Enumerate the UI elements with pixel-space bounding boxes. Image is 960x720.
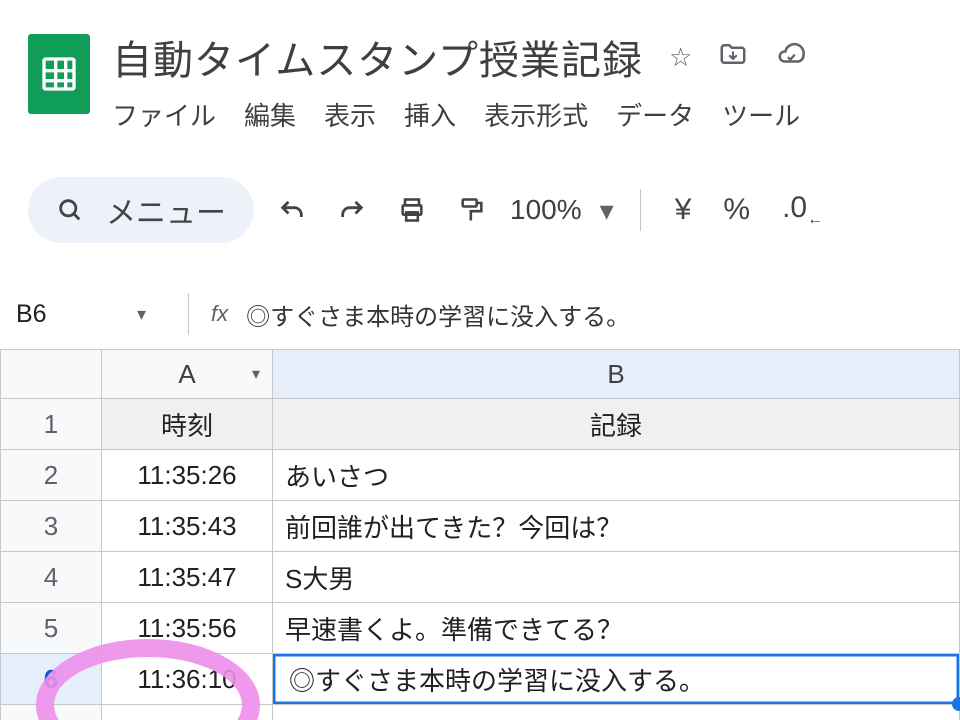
spreadsheet-grid[interactable]: A▾ B 1 時刻 記録 2 11:35:26 あいさつ 3 11:35:43 … <box>0 349 960 720</box>
select-all-corner[interactable] <box>1 350 102 399</box>
zoom-value: 100% <box>510 194 582 226</box>
selection-handle[interactable] <box>952 697 960 711</box>
menu-search[interactable]: メニュー <box>28 177 254 243</box>
cell-b3[interactable]: 前回誰が出てきた？今回は？ <box>273 501 960 552</box>
sheets-logo <box>28 34 90 114</box>
document-title[interactable]: 自動タイムスタンプ授業記録 <box>112 28 643 86</box>
menu-file[interactable]: ファイル <box>112 96 216 133</box>
row-header[interactable]: 3 <box>1 501 102 552</box>
cell-b5[interactable]: 早速書くよ。準備できてる？ <box>273 603 960 654</box>
cell-a5[interactable]: 11:35:56 <box>102 603 273 654</box>
move-to-folder-icon[interactable] <box>718 39 748 76</box>
search-icon <box>56 196 84 224</box>
menu-search-label: メニュー <box>106 188 226 232</box>
currency-button[interactable]: ¥ <box>659 193 708 227</box>
cell-a4[interactable]: 11:35:47 <box>102 552 273 603</box>
row-header[interactable]: 7 <box>1 705 102 720</box>
cell-a6[interactable]: 11:36:10 <box>102 654 273 705</box>
cell-a7[interactable] <box>102 705 273 720</box>
cell-b1[interactable]: 記録 <box>273 399 960 450</box>
menu-view[interactable]: 表示 <box>324 96 376 133</box>
namebox-divider <box>188 293 189 335</box>
undo-button[interactable] <box>262 177 322 243</box>
print-button[interactable] <box>382 177 442 243</box>
row-header[interactable]: 6 <box>1 654 102 705</box>
redo-button[interactable] <box>322 177 382 243</box>
paint-format-button[interactable] <box>442 177 502 243</box>
decrease-decimal-button[interactable]: .0← <box>766 191 839 229</box>
percent-button[interactable]: % <box>707 193 766 227</box>
name-box-value: B6 <box>16 300 47 329</box>
cell-b7[interactable] <box>273 705 960 720</box>
row-header[interactable]: 4 <box>1 552 102 603</box>
zoom-select[interactable]: 100% ▾ <box>502 194 622 227</box>
menu-format[interactable]: 表示形式 <box>484 96 588 133</box>
row-header[interactable]: 5 <box>1 603 102 654</box>
menu-tools[interactable]: ツール <box>722 96 800 133</box>
column-header-a[interactable]: A▾ <box>102 350 273 399</box>
chevron-down-icon[interactable]: ▾ <box>252 364 260 384</box>
star-icon[interactable]: ☆ <box>669 42 692 73</box>
cloud-status-icon[interactable] <box>774 39 808 76</box>
toolbar-divider <box>640 189 641 231</box>
menu-insert[interactable]: 挿入 <box>404 96 456 133</box>
cell-a1[interactable]: 時刻 <box>102 399 273 450</box>
column-header-b[interactable]: B <box>273 350 960 399</box>
row-header[interactable]: 2 <box>1 450 102 501</box>
fx-icon: fx <box>211 301 228 327</box>
menu-data[interactable]: データ <box>616 96 694 133</box>
cell-b6-selected[interactable]: ◎すぐさま本時の学習に没入する。 <box>273 654 960 705</box>
row-header[interactable]: 1 <box>1 399 102 450</box>
menu-edit[interactable]: 編集 <box>244 96 296 133</box>
cell-b4[interactable]: S大男 <box>273 552 960 603</box>
chevron-down-icon: ▾ <box>137 304 146 325</box>
cell-a3[interactable]: 11:35:43 <box>102 501 273 552</box>
formula-bar[interactable]: ◎すぐさま本時の学習に没入する。 <box>246 297 630 332</box>
cell-b2[interactable]: あいさつ <box>273 450 960 501</box>
name-box[interactable]: B6 ▾ <box>10 300 166 329</box>
cell-a2[interactable]: 11:35:26 <box>102 450 273 501</box>
